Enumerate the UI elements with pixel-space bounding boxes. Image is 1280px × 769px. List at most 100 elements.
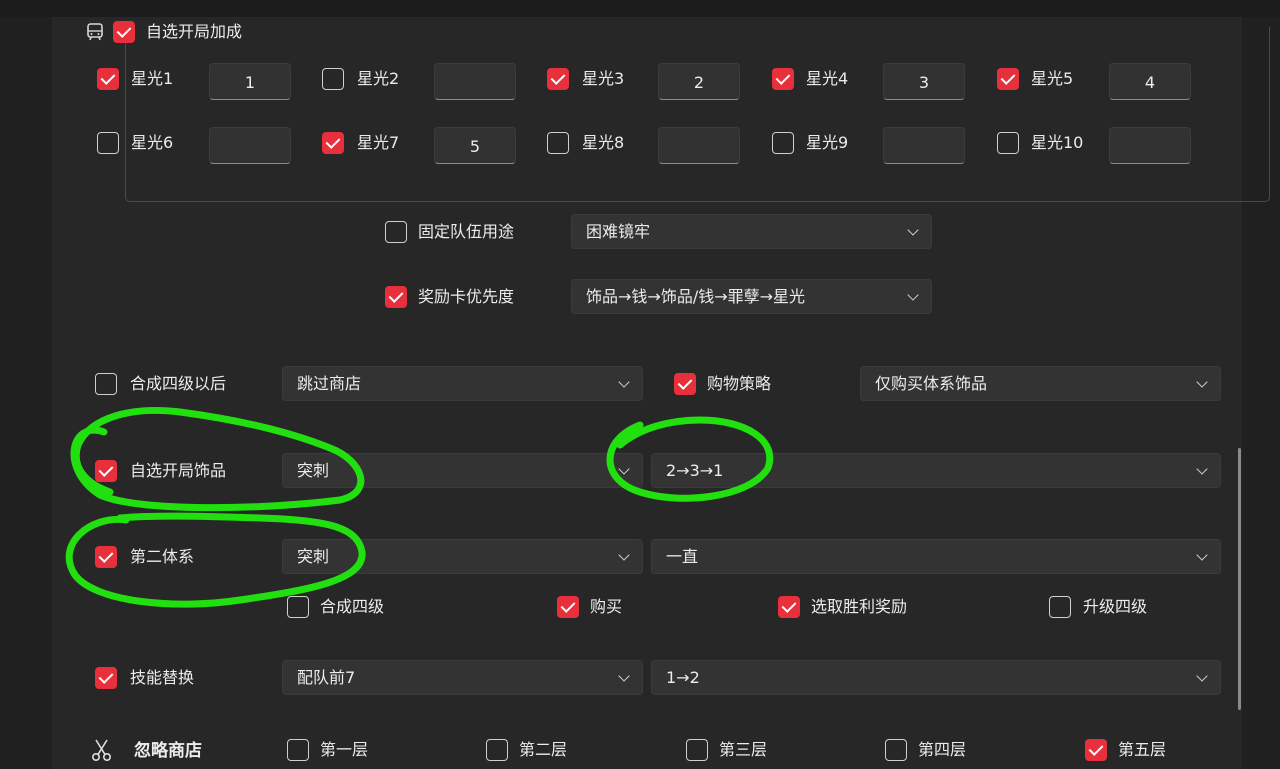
- chevron-down-icon: [618, 670, 630, 682]
- star-8-input[interactable]: [658, 127, 740, 164]
- second-system-dropdown[interactable]: 突刺: [282, 539, 643, 574]
- floor-3-checkbox[interactable]: [686, 739, 708, 761]
- star-3-input[interactable]: 2: [658, 63, 740, 100]
- shopping-dropdown[interactable]: 仅购买体系饰品: [860, 366, 1221, 401]
- star-7-checkbox[interactable]: [322, 132, 344, 154]
- chevron-down-icon: [907, 224, 919, 236]
- star-bonus-group: [125, 27, 1270, 202]
- star-3-checkbox[interactable]: [547, 68, 569, 90]
- star-6-input[interactable]: [209, 127, 291, 164]
- floor-4-checkbox[interactable]: [885, 739, 907, 761]
- star-9-input[interactable]: [883, 127, 965, 164]
- star-4-checkbox[interactable]: [772, 68, 794, 90]
- reward-priority-dropdown[interactable]: 饰品→钱→饰品/钱→罪孽→星光: [571, 279, 932, 314]
- merge-level4-label: 合成四级以后: [130, 374, 227, 393]
- second-system-mode-dropdown[interactable]: 一直: [651, 539, 1221, 574]
- upgrade-level4-option-label: 升级四级: [1083, 597, 1148, 616]
- floor-5-checkbox[interactable]: [1085, 739, 1107, 761]
- skill-swap-checkbox[interactable]: [95, 667, 117, 689]
- reward-priority-checkbox[interactable]: [385, 286, 407, 308]
- chevron-down-icon: [1196, 463, 1208, 475]
- merge-level4-option-label: 合成四级: [320, 597, 385, 616]
- victory-reward-option-checkbox[interactable]: [778, 596, 800, 618]
- fixed-team-value: 困难镜牢: [586, 222, 651, 241]
- opening-item-label: 自选开局饰品: [130, 461, 227, 480]
- merge-level4-checkbox[interactable]: [95, 373, 117, 395]
- skill-swap-dropdown[interactable]: 配队前7: [282, 660, 643, 695]
- second-system-checkbox[interactable]: [95, 546, 117, 568]
- merge-level4-dropdown[interactable]: 跳过商店: [282, 366, 643, 401]
- reward-priority-value: 饰品→钱→饰品/钱→罪孽→星光: [586, 287, 806, 306]
- star-6-checkbox[interactable]: [97, 132, 119, 154]
- second-system-mode-value: 一直: [666, 547, 699, 566]
- bus-icon: [85, 22, 105, 42]
- floor-5-label: 第五层: [1118, 740, 1167, 759]
- star-1-label: 星光1: [131, 69, 174, 88]
- fixed-team-dropdown[interactable]: 困难镜牢: [571, 214, 932, 249]
- star-5-label: 星光5: [1031, 69, 1074, 88]
- second-system-label: 第二体系: [130, 547, 195, 566]
- scrollbar[interactable]: [1238, 448, 1241, 710]
- shopping-label: 购物策略: [707, 374, 772, 393]
- chevron-down-icon: [907, 289, 919, 301]
- opening-bonus-checkbox[interactable]: [113, 21, 135, 43]
- merge-level4-value: 跳过商店: [297, 374, 362, 393]
- opening-item-dropdown[interactable]: 突刺: [282, 453, 643, 488]
- opening-item-checkbox[interactable]: [95, 460, 117, 482]
- skill-swap-value: 配队前7: [297, 668, 356, 687]
- chevron-down-icon: [1196, 549, 1208, 561]
- opening-bonus-label: 自选开局加成: [146, 22, 243, 41]
- skill-swap-order-value: 1→2: [666, 668, 700, 687]
- skill-swap-label: 技能替换: [130, 668, 195, 687]
- star-8-label: 星光8: [582, 133, 625, 152]
- star-4-label: 星光4: [806, 69, 849, 88]
- victory-reward-option-label: 选取胜利奖励: [811, 597, 908, 616]
- floor-2-checkbox[interactable]: [486, 739, 508, 761]
- shopping-checkbox[interactable]: [674, 373, 696, 395]
- chevron-down-icon: [618, 463, 630, 475]
- settings-panel: 自选开局加成 星光1 1 星光2 星光3 2 星光4 3 星光5 4 星光6 星…: [52, 17, 1270, 769]
- star-2-label: 星光2: [357, 69, 400, 88]
- buy-option-label: 购买: [590, 597, 623, 616]
- chevron-down-icon: [618, 549, 630, 561]
- star-6-label: 星光6: [131, 133, 174, 152]
- star-9-label: 星光9: [806, 133, 849, 152]
- star-1-checkbox[interactable]: [97, 68, 119, 90]
- scissors-icon: [90, 738, 114, 762]
- fixed-team-label: 固定队伍用途: [418, 222, 515, 241]
- star-9-checkbox[interactable]: [772, 132, 794, 154]
- top-bar: [0, 0, 1280, 17]
- star-8-checkbox[interactable]: [547, 132, 569, 154]
- reward-priority-label: 奖励卡优先度: [418, 287, 515, 306]
- merge-level4-option-checkbox[interactable]: [287, 596, 309, 618]
- chevron-down-icon: [618, 376, 630, 388]
- opening-item-order-dropdown[interactable]: 2→3→1: [651, 453, 1221, 488]
- floor-2-label: 第二层: [519, 740, 568, 759]
- star-7-input[interactable]: 5: [434, 127, 516, 164]
- star-3-label: 星光3: [582, 69, 625, 88]
- second-system-value: 突刺: [297, 547, 330, 566]
- shopping-value: 仅购买体系饰品: [875, 374, 988, 393]
- star-10-checkbox[interactable]: [997, 132, 1019, 154]
- star-1-input[interactable]: 1: [209, 63, 291, 100]
- floor-3-label: 第三层: [719, 740, 768, 759]
- buy-option-checkbox[interactable]: [557, 596, 579, 618]
- star-2-checkbox[interactable]: [322, 68, 344, 90]
- opening-item-value: 突刺: [297, 461, 330, 480]
- fixed-team-checkbox[interactable]: [385, 221, 407, 243]
- star-2-input[interactable]: [434, 63, 516, 100]
- ignore-shop-label: 忽略商店: [134, 741, 202, 761]
- chevron-down-icon: [1196, 670, 1208, 682]
- star-7-label: 星光7: [357, 133, 400, 152]
- floor-4-label: 第四层: [918, 740, 967, 759]
- star-10-input[interactable]: [1109, 127, 1191, 164]
- star-5-input[interactable]: 4: [1109, 63, 1191, 100]
- star-5-checkbox[interactable]: [997, 68, 1019, 90]
- star-4-input[interactable]: 3: [883, 63, 965, 100]
- skill-swap-order-dropdown[interactable]: 1→2: [651, 660, 1221, 695]
- floor-1-checkbox[interactable]: [287, 739, 309, 761]
- star-10-label: 星光10: [1031, 133, 1084, 152]
- upgrade-level4-option-checkbox[interactable]: [1049, 596, 1071, 618]
- floor-1-label: 第一层: [320, 740, 369, 759]
- opening-item-order-value: 2→3→1: [666, 461, 724, 480]
